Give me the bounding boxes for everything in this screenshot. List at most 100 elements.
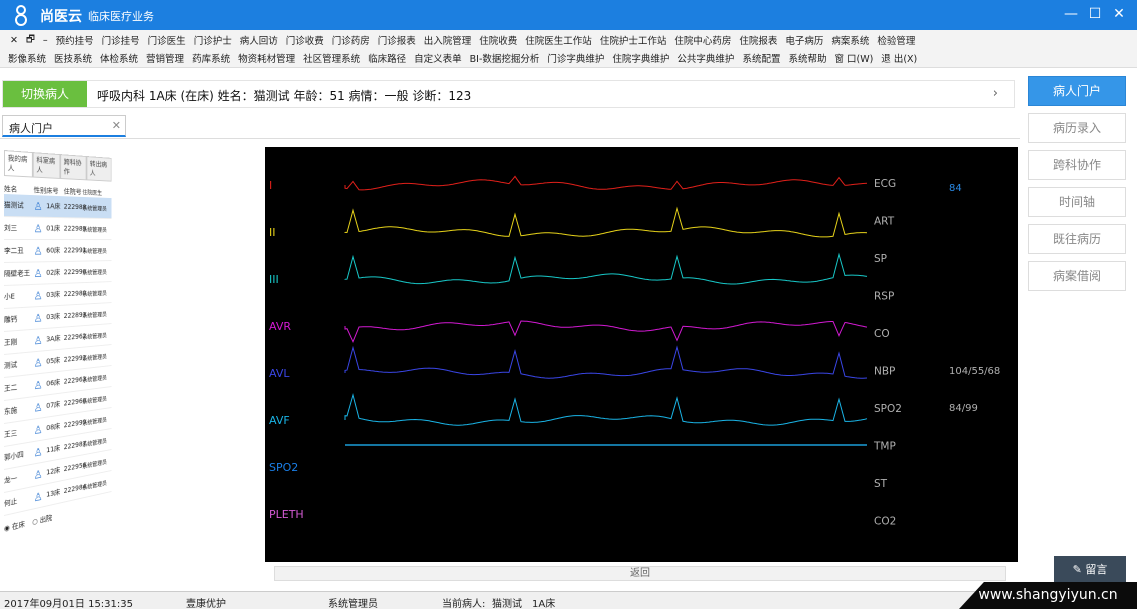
person-icon: ♙ [33, 221, 43, 235]
maximize-icon[interactable]: ☐ [1086, 5, 1104, 23]
menu-item[interactable]: 医技系统 [50, 51, 96, 65]
person-icon: ♙ [33, 333, 43, 347]
tab-my-patients[interactable]: 我的病人 [4, 150, 33, 178]
back-button[interactable]: 返回 [274, 566, 1006, 581]
lead-label: III [269, 273, 279, 286]
patient-doctor: 系统管理员 [82, 332, 107, 341]
patient-doctor: 系统管理员 [82, 437, 107, 449]
patient-doctor: 系统管理员 [82, 353, 107, 363]
switch-patient-button[interactable]: 切换病人 [3, 81, 87, 107]
param-label: CO2 [874, 516, 896, 528]
column-header-doctor: 住院医生 [82, 189, 103, 197]
menu-item[interactable]: 自定义表单 [410, 51, 466, 65]
menu-item[interactable]: 病人回访 [236, 33, 282, 47]
patient-doctor: 系统管理员 [82, 416, 107, 427]
menu-item[interactable]: 检验管理 [873, 33, 919, 47]
person-icon: ♙ [33, 467, 43, 482]
menu-close-icon[interactable]: ✕ [6, 35, 22, 46]
column-header-no: 住院号 [63, 187, 82, 196]
tab-cross-dept[interactable]: 跨科协作 [60, 154, 87, 181]
minimize-icon[interactable]: — [1062, 5, 1080, 23]
patient-doctor: 系统管理员 [82, 247, 107, 255]
menu-item[interactable]: 住院中心药房 [670, 33, 735, 47]
menu-item[interactable]: 退 出(X) [877, 51, 921, 65]
nav-record-entry[interactable]: 病历录入 [1028, 113, 1126, 143]
param-label: SPO2 [874, 403, 902, 415]
patient-name: 王二 [4, 383, 18, 393]
menu-item[interactable]: 电子病历 [781, 33, 827, 47]
menu-item[interactable]: 住院护士工作站 [596, 33, 671, 47]
patient-summary: 呼吸内科 1A床 (在床) 姓名：猫测试 年龄：51 病情：一般 诊断：123 [97, 89, 472, 103]
patient-bed: 11床 [46, 444, 61, 455]
lead-label: PLETH [269, 508, 304, 521]
menu-item[interactable]: 社区管理系统 [299, 51, 364, 65]
menu-item[interactable]: 窗 口(W) [830, 51, 877, 65]
menu-item[interactable]: 住院医生工作站 [521, 33, 596, 47]
patient-doctor: 系统管理员 [82, 226, 107, 234]
menu-item[interactable]: BI-数据挖掘分析 [466, 51, 544, 65]
menu-item[interactable]: 门诊药房 [328, 33, 374, 47]
patient-name: 测试 [4, 360, 18, 370]
param-label: ART [874, 216, 895, 228]
patient-name: 龙一 [4, 474, 18, 485]
menu-item[interactable]: 病案系统 [827, 33, 873, 47]
patient-doctor: 系统管理员 [82, 289, 107, 298]
menu-item[interactable]: 公共字典维护 [673, 51, 738, 65]
menu-item[interactable]: 体检系统 [96, 51, 142, 65]
menu-item[interactable]: 营销管理 [142, 51, 188, 65]
menu-item[interactable]: 影像系统 [4, 51, 50, 65]
menu-minimize-icon[interactable]: – [39, 35, 52, 46]
patient-doctor: 系统管理员 [82, 458, 107, 470]
menu-item[interactable]: 门诊收费 [282, 33, 328, 47]
brand-name: 尚医云 [40, 9, 82, 25]
menu-item[interactable]: 门诊护士 [190, 33, 236, 47]
table-row[interactable]: 猫测试 ♙ 1A床 222988 系统管理员 [4, 194, 112, 220]
person-icon: ♙ [33, 266, 43, 280]
patient-number: 222992 [63, 353, 87, 364]
menu-bar: ✕ 🗗 – 预约挂号 门诊挂号 门诊医生 门诊护士 病人回访 门诊收费 门诊药房… [0, 30, 1137, 68]
nav-cross-dept[interactable]: 跨科协作 [1028, 150, 1126, 180]
close-tab-icon[interactable]: ✕ [112, 119, 121, 132]
nav-timeline[interactable]: 时间轴 [1028, 187, 1126, 217]
vital-value-nbp: 104/55/68 [949, 366, 1000, 377]
leave-message-button[interactable]: ✎ 留言 [1054, 556, 1126, 584]
patient-bed: 01床 [46, 224, 61, 233]
param-label: ST [874, 478, 888, 490]
radio-discharged[interactable]: ○ 出院 [32, 513, 52, 527]
patient-bed: 05床 [46, 356, 61, 366]
menu-item[interactable]: 门诊医生 [144, 33, 190, 47]
menu-item[interactable]: 系统帮助 [784, 51, 830, 65]
menu-item[interactable]: 预约挂号 [52, 33, 98, 47]
menu-item[interactable]: 门诊挂号 [98, 33, 144, 47]
param-label: ECG [874, 178, 896, 190]
patient-doctor: 系统管理员 [82, 395, 107, 406]
nav-record-borrow[interactable]: 病案借阅 [1028, 261, 1126, 291]
menu-item[interactable]: 住院字典维护 [608, 51, 673, 65]
lead-label: AVR [269, 320, 291, 333]
tab-patient-portal[interactable]: 病人门户 ✕ [2, 115, 126, 137]
menu-restore-icon[interactable]: 🗗 [22, 32, 39, 48]
menu-item[interactable]: 出入院管理 [420, 33, 476, 47]
menu-item[interactable]: 系统配置 [738, 51, 784, 65]
radio-in-bed[interactable]: ◉ 在床 [4, 519, 25, 534]
nav-past-records[interactable]: 既往病历 [1028, 224, 1126, 254]
menu-item[interactable]: 药库系统 [188, 51, 234, 65]
close-icon[interactable]: ✕ [1110, 5, 1128, 23]
pencil-icon: ✎ [1072, 563, 1086, 576]
tab-dept-patients[interactable]: 科室病人 [32, 152, 61, 179]
patient-bed: 08床 [46, 422, 61, 433]
table-row[interactable]: 刘三 ♙ 01床 222989 系统管理员 [4, 217, 112, 241]
nav-patient-portal[interactable]: 病人门户 [1028, 76, 1126, 106]
chevron-right-icon[interactable]: › [993, 86, 998, 101]
menu-item[interactable]: 住院收费 [475, 33, 521, 47]
patient-doctor: 系统管理员 [82, 374, 107, 384]
patient-doctor: 系统管理员 [82, 311, 107, 320]
menu-item[interactable]: 住院报表 [735, 33, 781, 47]
table-row[interactable]: 李二丑 ♙ 60床 222991 系统管理员 [4, 240, 112, 263]
menu-item[interactable]: 物资耗材管理 [234, 51, 299, 65]
tab-transferred[interactable]: 转出病人 [86, 156, 112, 182]
menu-item[interactable]: 门诊报表 [374, 33, 420, 47]
menu-item[interactable]: 临床路径 [364, 51, 410, 65]
menu-item[interactable]: 门诊字典维护 [543, 51, 608, 65]
person-icon: ♙ [33, 489, 43, 504]
